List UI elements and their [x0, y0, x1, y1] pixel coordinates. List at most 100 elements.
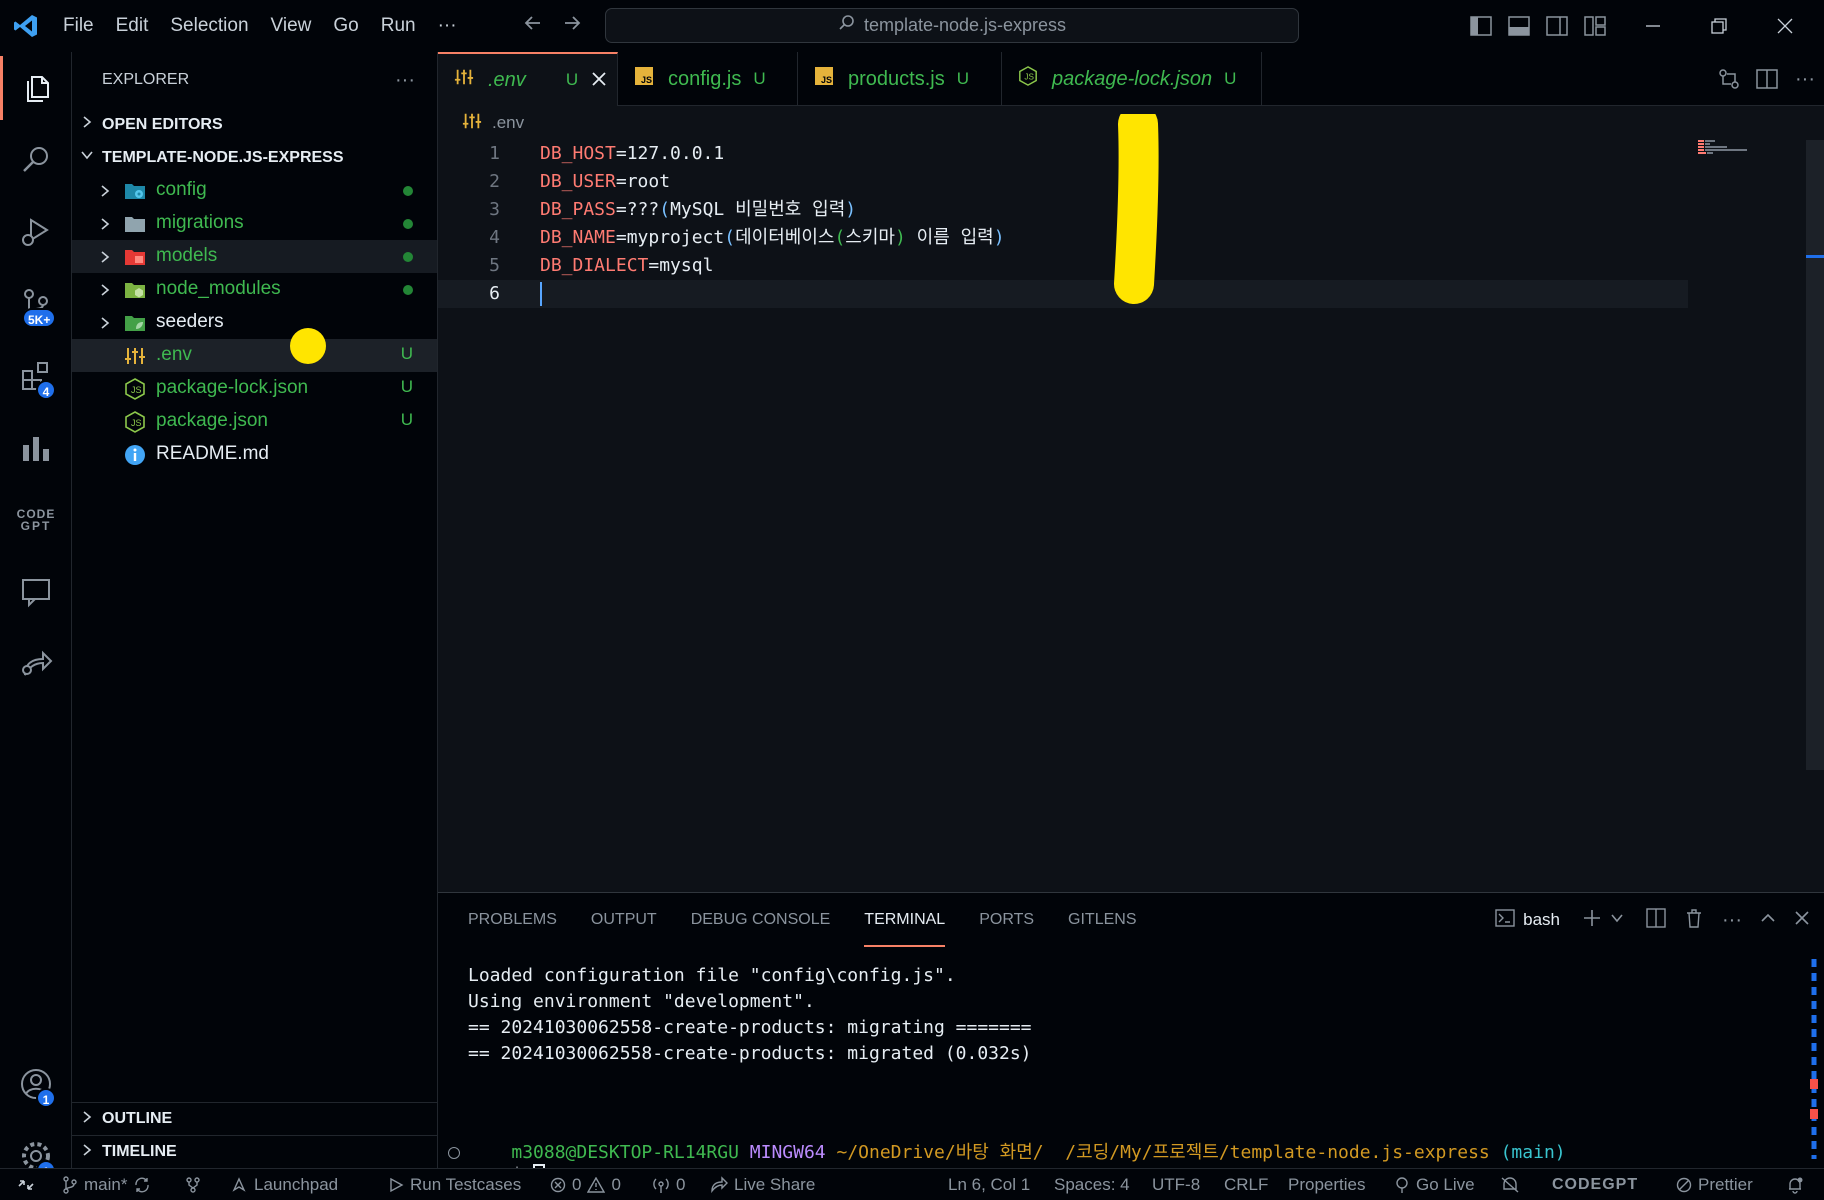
panel-more-icon[interactable]: ···	[1722, 909, 1742, 932]
tree-file-package-lock[interactable]: JS package-lock.json U	[72, 372, 437, 405]
search-sidebar-icon[interactable]	[0, 128, 72, 192]
source-control-icon[interactable]: 5K+	[0, 272, 72, 336]
indentation-status[interactable]: Spaces: 4	[1054, 1169, 1130, 1200]
tab-terminal[interactable]: TERMINAL	[864, 893, 946, 947]
stats-chart-icon[interactable]	[0, 416, 72, 480]
split-terminal-icon[interactable]	[1646, 907, 1666, 933]
new-terminal-icon[interactable]	[1582, 908, 1602, 933]
accounts-icon[interactable]: 1	[0, 1052, 72, 1116]
toggle-panel-icon[interactable]	[1500, 0, 1538, 52]
tab-output[interactable]: OUTPUT	[591, 893, 657, 947]
panel-tabs: PROBLEMS OUTPUT DEBUG CONSOLE TERMINAL P…	[468, 893, 1137, 947]
run-testcases-status[interactable]: Run Testcases	[388, 1169, 521, 1200]
git-branch-icon	[63, 1176, 77, 1194]
menu-edit[interactable]: Edit	[105, 0, 160, 52]
close-window-icon[interactable]	[1752, 0, 1818, 52]
maximize-panel-icon[interactable]	[1760, 910, 1776, 931]
nodejs-file-icon: JS	[124, 378, 146, 400]
project-section[interactable]: TEMPLATE-NODE.JS-EXPRESS	[72, 141, 437, 174]
bell-icon[interactable]	[1786, 1169, 1804, 1200]
chat-icon[interactable]	[0, 560, 72, 624]
svg-text:JS: JS	[1024, 73, 1034, 82]
problems-status[interactable]: 0 0	[550, 1169, 621, 1200]
restore-icon[interactable]	[1686, 0, 1752, 52]
close-tab-icon[interactable]	[592, 69, 606, 92]
eol-status[interactable]: CRLF	[1224, 1169, 1268, 1200]
menu-selection[interactable]: Selection	[159, 0, 259, 52]
menu-file[interactable]: File	[52, 0, 105, 52]
tab-gitlens[interactable]: GITLENS	[1068, 893, 1136, 947]
menu-view[interactable]: View	[260, 0, 323, 52]
untracked-dot	[403, 285, 413, 295]
codegpt-status[interactable]: CODEGPT	[1552, 1169, 1638, 1200]
terminal-scrollbar[interactable]	[1810, 959, 1818, 1159]
open-editors-section[interactable]: OPEN EDITORS	[72, 108, 437, 141]
chevron-down-icon[interactable]	[1610, 911, 1624, 930]
live-share-icon[interactable]	[0, 632, 72, 696]
customize-layout-icon[interactable]	[1576, 0, 1614, 52]
tab-debug-console[interactable]: DEBUG CONSOLE	[691, 893, 831, 947]
chevron-right-icon	[80, 115, 94, 134]
bottom-panel: PROBLEMS OUTPUT DEBUG CONSOLE TERMINAL P…	[438, 892, 1824, 1186]
editor-scrollbar[interactable]	[1806, 140, 1824, 770]
branch-status[interactable]: main*	[62, 1169, 151, 1200]
codegpt-icon[interactable]: CODE GPT	[0, 488, 72, 552]
tree-folder-seeders[interactable]: seeders	[72, 306, 437, 339]
trash-icon[interactable]	[1684, 908, 1704, 933]
tree-folder-models[interactable]: models	[72, 240, 437, 273]
explorer-header: EXPLORER ···	[72, 52, 437, 108]
live-share-status[interactable]: Live Share	[710, 1169, 815, 1200]
go-live-status[interactable]: Go Live	[1394, 1169, 1475, 1200]
explorer-icon[interactable]	[0, 56, 72, 120]
command-center-text: template-node.js-express	[863, 15, 1067, 35]
tab-products-js[interactable]: JS products.js U	[798, 52, 1002, 106]
back-arrow-icon[interactable]	[522, 12, 544, 40]
close-panel-icon[interactable]	[1794, 910, 1810, 931]
ports-status[interactable]: 0	[652, 1169, 685, 1200]
forward-arrow-icon[interactable]	[561, 12, 583, 40]
gitlens-graph-icon[interactable]	[184, 1169, 202, 1200]
tree-file-readme[interactable]: README.md	[72, 438, 437, 471]
run-and-debug-icon[interactable]	[0, 200, 72, 264]
timeline-section[interactable]: TIMELINE	[72, 1135, 438, 1168]
code-editor[interactable]: 1 DB_HOST=127.0.0.1 2 DB_USER=root 3 DB_…	[438, 114, 1824, 892]
editor-more-icon[interactable]: ···	[1786, 53, 1824, 105]
tree-file-env[interactable]: .env U	[72, 339, 437, 372]
extensions-icon[interactable]: 4	[0, 344, 72, 408]
tab-config-js[interactable]: JS config.js U	[618, 52, 798, 106]
live-share-icon	[711, 1176, 728, 1194]
language-mode-status[interactable]: Properties	[1288, 1169, 1365, 1200]
launchpad-status[interactable]: Launchpad	[230, 1169, 338, 1200]
cursor-position-status[interactable]: Ln 6, Col 1	[948, 1169, 1030, 1200]
tab-package-lock[interactable]: JS package-lock.json U	[1002, 52, 1262, 106]
remote-indicator-icon[interactable]	[0, 1169, 52, 1200]
encoding-status[interactable]: UTF-8	[1152, 1169, 1200, 1200]
tab-ports[interactable]: PORTS	[979, 893, 1034, 947]
notifications-off-icon[interactable]	[1500, 1169, 1520, 1200]
prettier-status[interactable]: Prettier	[1676, 1169, 1753, 1200]
tree-folder-node-modules[interactable]: node_modules	[72, 273, 437, 306]
extensions-badge: 4	[36, 380, 56, 400]
compare-changes-icon[interactable]	[1710, 53, 1748, 105]
explorer-more-button[interactable]: ···	[395, 69, 415, 92]
tree-folder-config[interactable]: config	[72, 174, 437, 207]
terminal-shell-name[interactable]: bash	[1523, 910, 1560, 930]
tab-env[interactable]: .env U	[438, 52, 618, 106]
minimize-icon[interactable]	[1620, 0, 1686, 52]
accounts-badge: 1	[36, 1088, 56, 1108]
menu-go[interactable]: Go	[322, 0, 369, 52]
toggle-secondary-sidebar-icon[interactable]	[1538, 0, 1576, 52]
tree-file-package-json[interactable]: JS package.json U	[72, 405, 437, 438]
outline-section[interactable]: OUTLINE	[72, 1102, 438, 1135]
split-editor-icon[interactable]	[1748, 53, 1786, 105]
tab-problems[interactable]: PROBLEMS	[468, 893, 557, 947]
toggle-primary-sidebar-icon[interactable]	[1462, 0, 1500, 52]
command-center-search[interactable]: template-node.js-express	[605, 8, 1299, 43]
menu-more[interactable]: ···	[427, 0, 468, 52]
tree-folder-migrations[interactable]: migrations	[72, 207, 437, 240]
menu-run[interactable]: Run	[370, 0, 427, 52]
breadcrumb[interactable]: .env	[462, 110, 524, 136]
nodejs-file-icon: JS	[124, 411, 146, 433]
terminal-output-line: Loaded configuration file "config\config…	[468, 965, 956, 986]
minimap[interactable]	[1698, 140, 1760, 160]
